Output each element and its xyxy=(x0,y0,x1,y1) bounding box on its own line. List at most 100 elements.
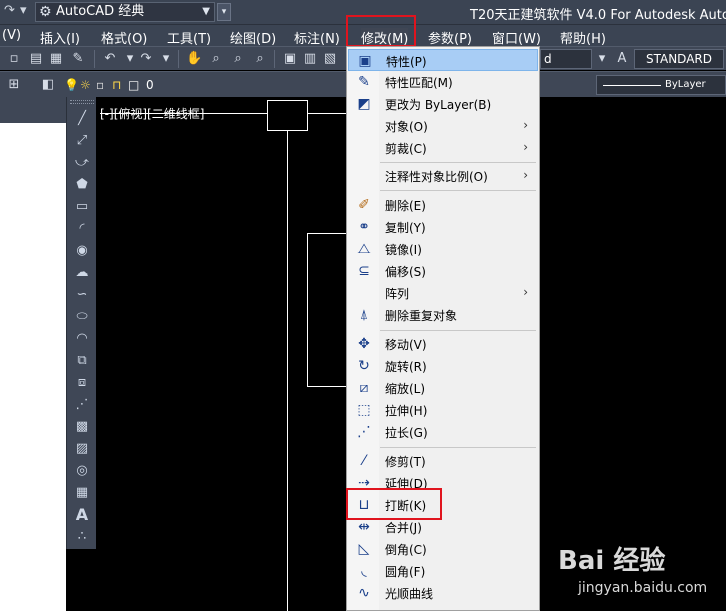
menu-item-move[interactable]: ✥ 移动(V) xyxy=(348,333,538,355)
menu-item-scale[interactable]: ⧄ 缩放(L) xyxy=(348,377,538,399)
menu-item-object[interactable]: 对象(O) › xyxy=(348,115,538,137)
menu-item-offset[interactable]: ⊆ 偏移(S) xyxy=(348,260,538,282)
menu-item-clip[interactable]: 剪裁(C) › xyxy=(348,137,538,159)
menu-item-label: 拉伸(H) xyxy=(385,404,428,418)
menu-item-annotative-scale[interactable]: 注释性对象比例(O) › xyxy=(348,165,538,187)
quick-access-more-button[interactable]: ▾ xyxy=(217,3,231,21)
dropdown-arrow-icon[interactable]: ▾ xyxy=(20,3,27,21)
layer-state-icon[interactable]: ◧ xyxy=(40,77,56,93)
redo-icon[interactable]: ↷ xyxy=(4,3,15,21)
menu-item-mirror[interactable]: ⧍ 镜像(I) xyxy=(348,238,538,260)
properties-palette-icon[interactable]: ▣ xyxy=(282,51,298,67)
join-icon: ⇹ xyxy=(358,519,370,535)
menu-item-delete-duplicates[interactable]: ⍋ 删除重复对象 xyxy=(348,304,538,326)
menu-item-rotate[interactable]: ↻ 旋转(R) xyxy=(348,355,538,377)
add-selected-icon[interactable]: ∴ xyxy=(73,528,91,546)
menu-item-label: 旋转(R) xyxy=(385,360,427,374)
gradient-icon[interactable]: ▨ xyxy=(73,440,91,458)
rectangle-icon[interactable]: ▭ xyxy=(73,198,91,216)
polygon-icon[interactable]: ⬟ xyxy=(73,176,91,194)
tool-palette-icon[interactable]: ▧ xyxy=(322,51,338,67)
design-center-icon[interactable]: ▥ xyxy=(302,51,318,67)
toolbar-grip[interactable] xyxy=(70,100,94,104)
menu-parameters[interactable]: 参数(P) xyxy=(428,28,472,47)
chevron-down-icon: ▼ xyxy=(202,6,210,17)
blend-curves-icon: ∿ xyxy=(358,585,370,601)
chevron-right-icon: › xyxy=(523,118,528,132)
menu-format[interactable]: 格式(O) xyxy=(101,28,147,47)
menu-help[interactable]: 帮助(H) xyxy=(560,28,606,47)
menu-item-change-to-bylayer[interactable]: ◩ 更改为 ByLayer(B) xyxy=(348,93,538,115)
chevron-down-icon[interactable]: ▾ xyxy=(594,51,610,67)
paste-icon[interactable]: ▤ xyxy=(28,51,44,67)
zoom-window-icon[interactable]: ⌕ xyxy=(230,51,246,67)
stretch-icon: ⬚ xyxy=(357,402,371,418)
menu-item-label: 合并(J) xyxy=(385,521,422,535)
menu-item-chamfer[interactable]: ◺ 倒角(C) xyxy=(348,538,538,560)
menu-item-label: 复制(Y) xyxy=(385,221,426,235)
menu-insert[interactable]: 插入(I) xyxy=(40,28,80,47)
ellipse-icon[interactable]: ⬭ xyxy=(73,308,91,326)
menu-item-stretch[interactable]: ⬚ 拉伸(H) xyxy=(348,399,538,421)
zoom-realtime-icon[interactable]: ⌕ xyxy=(208,51,224,67)
menu-item-array[interactable]: 阵列 › xyxy=(348,282,538,304)
workspace-selector[interactable]: ⚙ AutoCAD 经典 ▼ xyxy=(35,2,215,22)
hatch-icon[interactable]: ▩ xyxy=(73,418,91,436)
menu-item-label: 偏移(S) xyxy=(385,265,426,279)
ellipse-arc-icon[interactable]: ◠ xyxy=(73,330,91,348)
construction-line-icon[interactable]: ⤢ xyxy=(73,132,91,150)
viewport-freeze-icon: ▫ xyxy=(96,78,105,92)
table-icon[interactable]: ▦ xyxy=(73,484,91,502)
undo-icon[interactable]: ↶ xyxy=(102,51,118,67)
line-icon[interactable]: ╱ xyxy=(73,110,91,128)
menu-view[interactable]: (V) xyxy=(2,28,21,43)
menu-window[interactable]: 窗口(W) xyxy=(492,28,541,47)
layer-manager-icon[interactable]: ⊞ xyxy=(6,77,22,93)
polyline-icon[interactable]: ⤻ xyxy=(73,154,91,172)
menu-item-trim[interactable]: ⁄ 修剪(T) xyxy=(348,450,538,472)
mirror-icon: ⧍ xyxy=(357,241,371,257)
brush-icon[interactable]: ✎ xyxy=(70,51,86,67)
circle-icon[interactable]: ◉ xyxy=(73,242,91,260)
menu-item-fillet[interactable]: ◟ 圆角(F) xyxy=(348,560,538,582)
menu-tools[interactable]: 工具(T) xyxy=(167,28,211,47)
scale-icon: ⧄ xyxy=(359,380,369,396)
new-file-icon[interactable]: ▫ xyxy=(6,51,22,67)
chevron-right-icon: › xyxy=(523,140,528,154)
menu-item-properties[interactable]: ▣ 特性(P) xyxy=(348,49,538,71)
menu-item-label: 阵列 xyxy=(385,287,410,301)
watermark-logo: Bai 经验 xyxy=(558,546,666,576)
text-style-combo[interactable]: STANDARD xyxy=(634,49,724,69)
insert-block-icon[interactable]: ⧉ xyxy=(73,352,91,370)
menu-item-label: 镜像(I) xyxy=(385,243,422,257)
redo-dropdown-icon[interactable]: ▾ xyxy=(158,51,174,67)
menu-item-blend-curves[interactable]: ∿ 光顺曲线 xyxy=(348,582,538,604)
match-icon[interactable]: ▦ xyxy=(48,51,64,67)
menu-item-label: 移动(V) xyxy=(385,338,427,352)
point-icon[interactable]: ⋰ xyxy=(73,396,91,414)
linetype-value: ByLayer xyxy=(665,79,706,90)
revision-cloud-icon[interactable]: ☁ xyxy=(73,264,91,282)
menu-item-lengthen[interactable]: ⋰ 拉长(G) xyxy=(348,421,538,443)
linetype-combo[interactable]: ByLayer xyxy=(596,75,726,95)
properties-icon: ▣ xyxy=(358,53,372,69)
layer-name: 0 xyxy=(146,78,154,92)
arc-icon[interactable]: ◜ xyxy=(73,220,91,238)
make-block-icon[interactable]: ⧈ xyxy=(73,374,91,392)
gear-icon: ⚙ xyxy=(39,4,52,20)
region-icon[interactable]: ◎ xyxy=(73,462,91,480)
redo-icon[interactable]: ↷ xyxy=(138,51,154,67)
undo-dropdown-icon[interactable]: ▾ xyxy=(122,51,138,67)
menu-dimension[interactable]: 标注(N) xyxy=(294,28,340,47)
spline-icon[interactable]: ∽ xyxy=(73,286,91,304)
menu-item-label: 剪裁(C) xyxy=(385,142,427,156)
multiline-text-icon[interactable]: A xyxy=(73,506,91,524)
menu-item-erase[interactable]: ✐ 删除(E) xyxy=(348,194,538,216)
pan-icon[interactable]: ✋ xyxy=(186,51,202,67)
menu-draw[interactable]: 绘图(D) xyxy=(230,28,276,47)
menu-item-copy[interactable]: ⚭ 复制(Y) xyxy=(348,216,538,238)
menu-item-match-properties[interactable]: ✎ 特性匹配(M) xyxy=(348,71,538,93)
layer-combo[interactable]: 💡 ☼ ▫ ⊓ □ 0 xyxy=(60,75,350,95)
style-combo[interactable]: d xyxy=(540,49,592,69)
zoom-previous-icon[interactable]: ⌕ xyxy=(252,51,268,67)
